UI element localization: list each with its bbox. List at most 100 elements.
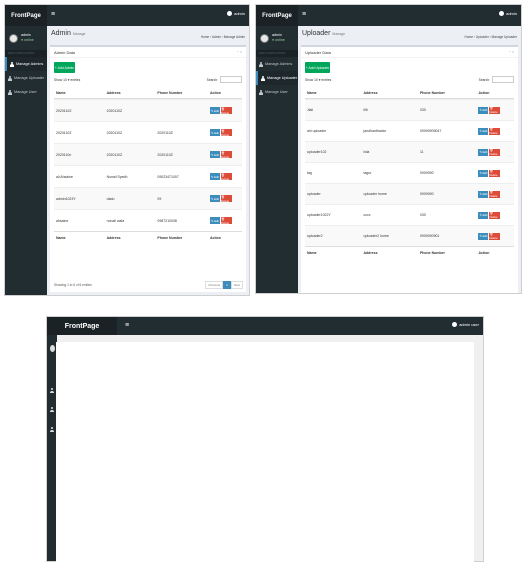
edit-button[interactable]: ✎ Edit <box>478 211 489 219</box>
edit-button[interactable]: ✎ Edit <box>210 129 220 136</box>
user-menu-label: admin <box>506 11 517 16</box>
sidebar: admin ● online MAIN NAVIGATION Manage Ad… <box>256 26 298 293</box>
brand-logo[interactable]: FrontPage <box>5 5 47 26</box>
edit-button[interactable]: ✎ Edit <box>210 217 220 224</box>
user-menu[interactable]: admin user <box>452 322 479 327</box>
user-menu[interactable]: admin <box>499 11 517 16</box>
search-label: Search: <box>206 77 218 82</box>
box-header: Uploader Data − × <box>301 47 518 58</box>
user-icon <box>259 89 263 95</box>
edit-button[interactable]: ✎ Edit <box>478 127 489 135</box>
add-uploader-button[interactable]: + Add Uploader <box>305 62 330 73</box>
table-cell: uploader <box>307 192 321 196</box>
delete-button[interactable]: 🗑 Delete <box>221 107 232 115</box>
column-header[interactable]: Name <box>54 91 107 95</box>
sidebar-item-manage-uploader[interactable]: Manage Uploader <box>256 71 298 85</box>
brand-logo[interactable]: FrontPage <box>256 5 298 26</box>
delete-button[interactable]: 🗑 Delete <box>221 173 232 181</box>
sidebar-item-label: Manage Uploader <box>14 76 45 80</box>
search-input[interactable] <box>492 76 514 83</box>
menu-toggle-icon[interactable]: ≡ <box>302 11 310 19</box>
delete-button[interactable]: 🗑 Delete <box>489 169 501 177</box>
avatar <box>9 33 18 43</box>
delete-button[interactable]: 🗑 Delete <box>489 232 501 240</box>
show-entries-select[interactable]: Show 10 ▾ entries <box>54 78 80 82</box>
table-cell: ahi uploader <box>307 129 327 133</box>
user-icon <box>50 380 54 398</box>
edit-button[interactable]: ✎ Edit <box>478 106 489 114</box>
table-cell: 09 <box>157 196 162 201</box>
edit-button[interactable]: ✎ Edit <box>478 148 489 156</box>
table-row: uploader2 uploader2 home 0909090901 ✎ Edit 🗑… <box>305 225 514 246</box>
delete-button[interactable]: 🗑 Delete <box>489 127 501 135</box>
table-cell: 2020110Z <box>157 130 173 135</box>
column-footer: Address <box>106 236 121 240</box>
table-cell: uploader home <box>363 192 387 196</box>
delete-button[interactable]: 🗑 Delete <box>489 148 501 156</box>
edit-button[interactable]: ✎ Edit <box>210 173 220 180</box>
brand-logo[interactable]: FrontPage <box>47 317 117 335</box>
sidebar-header: MAIN NAVIGATION <box>5 50 47 57</box>
column-header[interactable]: Address <box>364 91 420 95</box>
action-cell: ✎ Edit 🗑 Delete <box>478 232 514 240</box>
page-title: Uploader Manage <box>302 30 346 37</box>
pagination-page-1[interactable]: 1 <box>223 281 231 289</box>
sidebar-item-label: Manage Uploader <box>267 76 298 80</box>
table-cell: 2020110Z <box>56 130 72 135</box>
top-navbar: FrontPage ≡ admin user <box>47 317 483 335</box>
delete-button[interactable]: 🗑 Delete <box>489 211 501 219</box>
table-row: 2020110Z 2020110Z ✎ Edit 🗑 Delete <box>54 99 242 121</box>
table-cell: uploader1022Y <box>307 213 331 217</box>
sidebar-item-manage-admins[interactable]: Manage Admins <box>256 57 298 71</box>
menu-toggle-icon[interactable]: ≡ <box>51 11 59 19</box>
edit-button[interactable]: ✎ Edit <box>478 169 489 177</box>
delete-button[interactable]: 🗑 Delete <box>489 106 501 114</box>
menu-toggle-icon[interactable]: ≡ <box>125 322 133 330</box>
delete-button[interactable]: 🗑 Delete <box>221 217 232 225</box>
show-entries-select[interactable]: Show 10 ▾ entries <box>305 78 331 82</box>
column-header[interactable]: Address <box>107 91 158 95</box>
add-admin-button[interactable]: + Add Admin <box>54 62 75 73</box>
breadcrumb[interactable]: Home › Admin › Manage Admin <box>201 35 245 39</box>
column-header[interactable]: Phone Number <box>420 91 479 95</box>
pagination-previous[interactable]: Previous <box>205 281 224 289</box>
sidebar-user-panel: admin ● online <box>5 26 47 50</box>
sidebar-item-manage-uploader[interactable]: Manage Uploader <box>5 71 47 85</box>
box-title: Admin Data <box>54 50 75 55</box>
table-cell: dadu <box>106 196 115 201</box>
page-subtitle: Manage <box>332 32 346 36</box>
table-row: uploader uploader home 0909090 ✎ Edit 🗑 Dele… <box>305 183 514 204</box>
table-cell: 2020110Z <box>56 108 72 113</box>
edit-button[interactable]: ✎ Edit <box>210 107 220 114</box>
main-content: Uploader Manage Home › Uploader › Manage … <box>298 26 521 293</box>
edit-button[interactable]: ✎ Edit <box>478 232 489 240</box>
sidebar-item-manage-user[interactable]: Manage User <box>5 85 47 99</box>
breadcrumb[interactable]: Home › Uploader › Manage Uploader <box>465 35 517 39</box>
table-cell: uploader102 <box>307 150 327 154</box>
delete-button[interactable]: 🗑 Delete <box>221 129 232 137</box>
sidebar-item-label: Manage Admins <box>16 62 44 66</box>
pagination-next[interactable]: Next <box>230 281 243 289</box>
action-cell: ✎ Edit 🗑 Delete <box>478 127 514 135</box>
box-tools[interactable]: − × <box>237 47 242 58</box>
table-header-row: Name Address Phone Number Action <box>54 88 242 99</box>
edit-button[interactable]: ✎ Edit <box>210 195 220 202</box>
column-header[interactable]: Phone Number <box>157 91 210 95</box>
column-header[interactable]: Action <box>210 91 242 95</box>
column-footer: Phone Number <box>419 251 445 255</box>
box-tools[interactable]: − × <box>509 47 514 58</box>
table-cell: admin1023Y <box>56 196 76 201</box>
table-controls: Show 10 ▾ entries Search: <box>50 73 246 86</box>
delete-button[interactable]: 🗑 Delete <box>221 195 232 203</box>
search-input[interactable] <box>220 76 242 83</box>
edit-button[interactable]: ✎ Edit <box>210 151 220 158</box>
sidebar-item-manage-admins[interactable]: Manage Admins <box>5 57 47 71</box>
delete-button[interactable]: 🗑 Delete <box>221 151 232 159</box>
table-row: Jlali lilit 030 ✎ Edit 🗑 Delete <box>305 99 514 120</box>
column-header[interactable]: Action <box>478 91 514 95</box>
column-header[interactable]: Name <box>305 91 364 95</box>
sidebar-item-manage-user[interactable]: Manage User <box>256 85 298 99</box>
delete-button[interactable]: 🗑 Delete <box>489 190 501 198</box>
user-menu[interactable]: admin <box>227 11 245 16</box>
edit-button[interactable]: ✎ Edit <box>478 190 489 198</box>
